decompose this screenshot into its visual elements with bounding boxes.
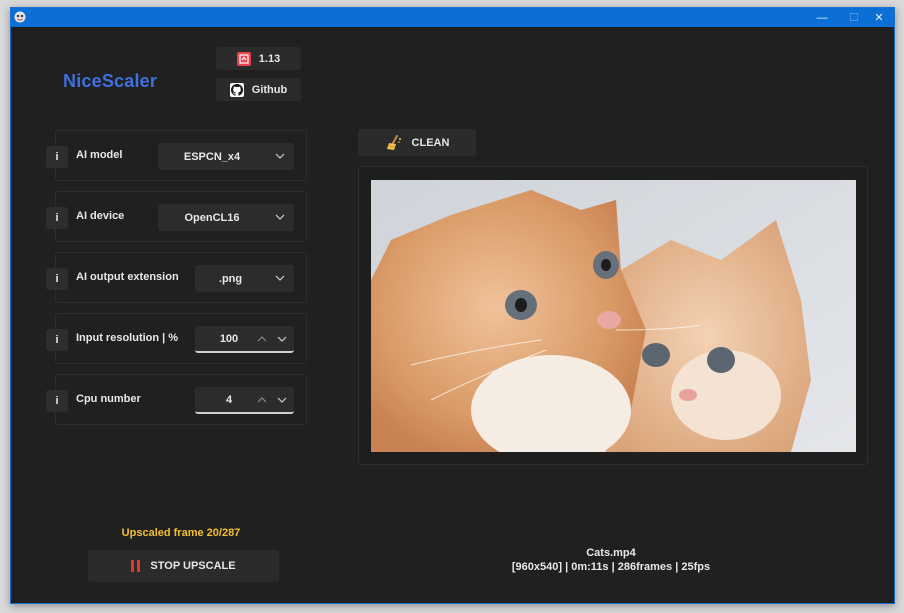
- close-button[interactable]: ✕: [863, 8, 894, 27]
- chevron-down-icon: [275, 275, 285, 281]
- ai-device-value: OpenCL16: [184, 211, 240, 224]
- input-resolution-value[interactable]: 100: [205, 333, 253, 345]
- info-button-input-resolution[interactable]: i: [46, 329, 68, 351]
- setting-ai-device: i AI device OpenCL16: [46, 191, 307, 242]
- output-extension-value: .png: [218, 272, 243, 285]
- cpu-number-value[interactable]: 4: [205, 394, 253, 406]
- pause-icon: [131, 560, 141, 572]
- chevron-down-icon: [275, 214, 285, 220]
- version-badge-icon: [236, 51, 251, 66]
- version-label: 1.13: [258, 52, 281, 65]
- info-button-ai-model[interactable]: i: [46, 146, 68, 168]
- clean-label: CLEAN: [411, 136, 450, 149]
- info-button-ai-device[interactable]: i: [46, 207, 68, 229]
- file-info: [960x540] | 0m:11s | 286frames | 25fps: [511, 561, 711, 573]
- github-label: Github: [251, 83, 288, 96]
- title-bar[interactable]: — ☐ ✕: [11, 8, 894, 27]
- stop-upscale-label: STOP UPSCALE: [150, 560, 236, 572]
- output-extension-label: AI output extension: [76, 271, 179, 283]
- clean-button[interactable]: CLEAN: [358, 129, 476, 156]
- main-content: NiceScaler 1.13 Github i AI model ESPCN_…: [11, 27, 894, 603]
- video-preview: [358, 166, 868, 465]
- chevron-up-icon[interactable]: [257, 335, 267, 343]
- preview-image: [371, 180, 856, 452]
- output-extension-dropdown[interactable]: .png: [195, 265, 294, 292]
- ai-model-value: ESPCN_x4: [183, 150, 241, 163]
- chevron-up-icon[interactable]: [257, 396, 267, 404]
- minimize-button[interactable]: —: [806, 8, 838, 27]
- setting-cpu-number: i Cpu number 4: [46, 374, 307, 425]
- chevron-down-icon[interactable]: [277, 335, 287, 343]
- chevron-down-icon: [275, 153, 285, 159]
- broom-icon: [386, 134, 401, 150]
- status-text: Upscaled frame 20/287: [121, 527, 241, 539]
- github-button[interactable]: Github: [216, 78, 301, 101]
- setting-ai-model: i AI model ESPCN_x4: [46, 130, 307, 181]
- ai-model-label: AI model: [76, 149, 123, 161]
- ai-device-dropdown[interactable]: OpenCL16: [158, 204, 294, 231]
- app-icon: [14, 11, 26, 23]
- ai-model-dropdown[interactable]: ESPCN_x4: [158, 143, 294, 170]
- chevron-down-icon[interactable]: [277, 396, 287, 404]
- info-button-cpu-number[interactable]: i: [46, 390, 68, 412]
- input-resolution-label: Input resolution | %: [76, 332, 179, 344]
- info-button-output-extension[interactable]: i: [46, 268, 68, 290]
- input-resolution-spinbox[interactable]: 100: [195, 326, 294, 353]
- version-button[interactable]: 1.13: [216, 47, 301, 70]
- stop-upscale-button[interactable]: STOP UPSCALE: [88, 550, 279, 582]
- app-title: NiceScaler: [63, 71, 158, 91]
- setting-input-resolution: i Input resolution | % 100: [46, 313, 307, 364]
- github-icon: [229, 82, 244, 97]
- cpu-number-spinbox[interactable]: 4: [195, 387, 294, 414]
- setting-output-extension: i AI output extension .png: [46, 252, 307, 303]
- app-window: — ☐ ✕ NiceScaler 1.13 Github i AI model …: [10, 7, 895, 604]
- ai-device-label: AI device: [76, 210, 125, 222]
- file-name: Cats.mp4: [586, 547, 636, 559]
- cpu-number-label: Cpu number: [76, 393, 141, 405]
